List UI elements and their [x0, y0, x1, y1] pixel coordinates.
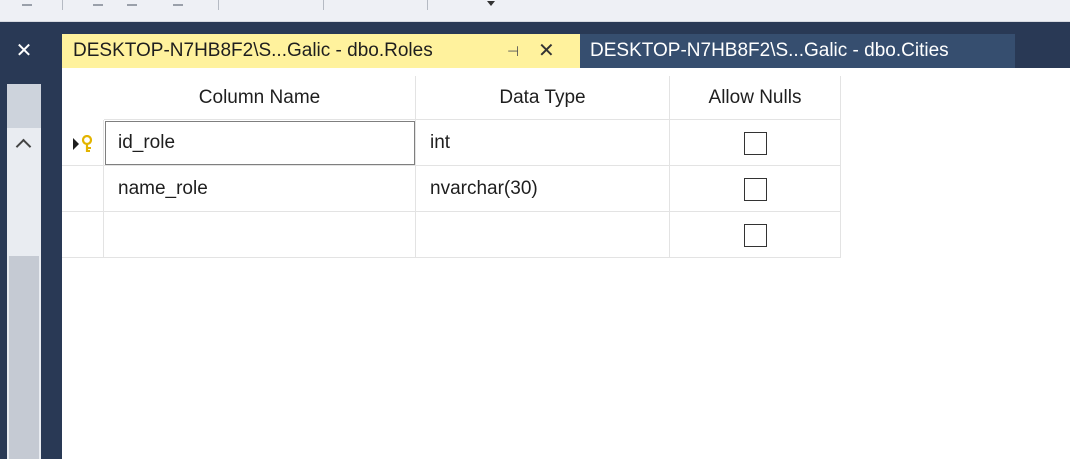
pin-icon[interactable]: ⊣	[507, 43, 519, 60]
side-panel-header	[7, 84, 41, 128]
close-icon[interactable]: ✕	[538, 38, 555, 62]
side-panel-scroll-thumb[interactable]	[9, 256, 39, 459]
toolbar-button[interactable]	[173, 0, 183, 6]
row-selector[interactable]	[62, 166, 104, 212]
column-name-cell[interactable]	[104, 212, 416, 258]
toolbar-separator	[427, 0, 428, 10]
document-frame-border	[48, 68, 62, 459]
close-icon[interactable]: ✕	[12, 39, 36, 61]
side-panel: ✕	[0, 22, 48, 459]
tab-label: DESKTOP-N7HB8F2\S...Galic - dbo.Cities	[590, 40, 949, 61]
row-selector[interactable]	[62, 212, 104, 258]
dropdown-arrow-icon[interactable]	[487, 1, 495, 6]
column-name-cell[interactable]: name_role	[104, 166, 416, 212]
allow-nulls-cell	[670, 212, 841, 258]
toolbar-button[interactable]	[93, 0, 103, 6]
allow-nulls-cell	[670, 166, 841, 212]
table-designer-grid: Column Name Data Type Allow Nulls id_rol…	[62, 68, 1070, 459]
data-type-cell[interactable]: int	[416, 120, 670, 166]
data-type-cell[interactable]	[416, 212, 670, 258]
allow-nulls-checkbox[interactable]	[743, 131, 767, 155]
primary-key-icon	[73, 135, 93, 152]
table-row[interactable]	[62, 212, 841, 258]
allow-nulls-checkbox[interactable]	[743, 177, 767, 201]
toolbar-button[interactable]	[127, 0, 137, 6]
table-row[interactable]: name_role nvarchar(30)	[62, 166, 841, 212]
tab-cities[interactable]: DESKTOP-N7HB8F2\S...Galic - dbo.Cities	[580, 34, 1015, 68]
toolbar-strip	[0, 0, 1070, 22]
column-name-cell[interactable]: id_role	[104, 120, 416, 166]
tab-label: DESKTOP-N7HB8F2\S...Galic - dbo.Roles	[73, 40, 433, 61]
allow-nulls-checkbox[interactable]	[743, 223, 767, 247]
column-header-allow-nulls[interactable]: Allow Nulls	[670, 76, 841, 120]
column-header-data-type[interactable]: Data Type	[416, 76, 670, 120]
tab-roles[interactable]: DESKTOP-N7HB8F2\S...Galic - dbo.Roles ⊣ …	[62, 34, 580, 68]
toolbar-button[interactable]	[22, 0, 32, 6]
toolbar-separator	[218, 0, 219, 10]
table-row[interactable]: id_role int	[62, 120, 841, 166]
data-type-cell[interactable]: nvarchar(30)	[416, 166, 670, 212]
toolbar-separator	[323, 0, 324, 10]
toolbar-separator	[62, 0, 63, 10]
column-header-column-name[interactable]: Column Name	[104, 76, 416, 120]
allow-nulls-cell	[670, 120, 841, 166]
row-selector[interactable]	[62, 120, 104, 166]
